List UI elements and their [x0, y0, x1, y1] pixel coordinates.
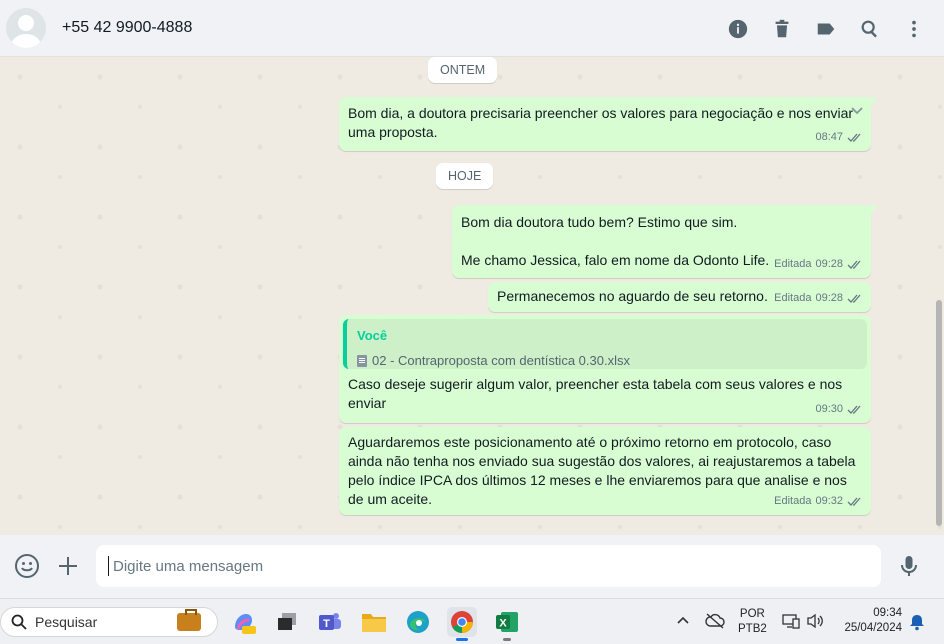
chat-header: +55 42 9900-4888	[0, 0, 944, 57]
edited-label: Editada	[774, 258, 812, 270]
contact-name[interactable]: +55 42 9900-4888	[62, 19, 192, 37]
message-meta: 08:47	[815, 128, 863, 147]
chevron-down-icon[interactable]	[849, 103, 865, 119]
device-icon[interactable]	[782, 612, 800, 630]
microphone-icon[interactable]	[895, 552, 923, 580]
language-indicator[interactable]: POR PTB2	[738, 607, 767, 637]
chat-scrollbar[interactable]	[936, 300, 942, 526]
day-label-today: HOJE	[436, 163, 494, 189]
message-time: 09:28	[815, 292, 843, 304]
search-icon[interactable]	[858, 17, 882, 41]
emoji-icon[interactable]	[13, 552, 41, 580]
message-bubble[interactable]: Bom dia, a doutora precisaria preencher …	[339, 97, 878, 151]
language-line1: POR	[739, 608, 765, 620]
message-bubble[interactable]: Aguardaremos este posicionamento até o p…	[339, 427, 871, 515]
plus-icon[interactable]	[54, 552, 82, 580]
chevron-up-icon[interactable]	[676, 614, 690, 628]
windows-taskbar: Pesquisar T X POR PTB2 09:34 25/04/2024	[0, 598, 944, 644]
text-caret	[108, 556, 109, 576]
svg-text:X: X	[499, 618, 507, 630]
bubble-tail	[870, 97, 878, 107]
double-check-icon	[847, 405, 861, 414]
excel-icon[interactable]: X	[492, 607, 522, 641]
file-explorer-icon[interactable]	[359, 607, 389, 637]
message-bubble[interactable]: Bom dia doutora tudo bem? Estimo que sim…	[452, 205, 878, 278]
menu-icon[interactable]	[902, 17, 926, 41]
edited-label: Editada	[774, 292, 812, 304]
double-check-icon	[847, 133, 861, 142]
message-text: Bom dia, a doutora precisaria preencher …	[348, 105, 857, 140]
label-icon[interactable]	[814, 17, 838, 41]
quote-file: 02 - Contraproposta com dentística 0.30.…	[357, 351, 857, 370]
message-meta: Editada 09:28	[774, 289, 863, 308]
double-check-icon	[847, 260, 861, 269]
edge-icon[interactable]	[403, 607, 433, 637]
message-bubble[interactable]: Você 02 - Contraproposta com dentística …	[339, 315, 871, 423]
header-actions	[706, 0, 926, 57]
message-input[interactable]	[113, 557, 813, 575]
svg-text:T: T	[323, 618, 330, 630]
search-icon	[11, 614, 27, 630]
message-composer	[0, 535, 944, 598]
task-view-icon[interactable]	[272, 607, 302, 637]
copilot-icon[interactable]	[228, 607, 258, 637]
quote-author: Você	[357, 328, 388, 343]
quote-file-name: 02 - Contraproposta com dentística 0.30.…	[372, 353, 630, 368]
trash-icon[interactable]	[770, 17, 794, 41]
system-clock[interactable]: 09:34 25/04/2024	[838, 606, 902, 636]
message-time: 09:30	[815, 403, 843, 415]
contact-avatar[interactable]	[6, 8, 46, 48]
chrome-icon[interactable]	[447, 607, 477, 641]
language-line2: PTB2	[738, 623, 767, 635]
message-text: Caso deseje sugerir algum valor, preench…	[348, 376, 847, 411]
day-label-yesterday: ONTEM	[428, 57, 498, 83]
bubble-tail	[870, 205, 878, 215]
clock-date: 25/04/2024	[844, 622, 902, 634]
message-bubble[interactable]: Permanecemos no aguardo de seu retorno. …	[488, 282, 871, 312]
edited-label: Editada	[774, 495, 812, 507]
briefcase-icon	[177, 609, 201, 631]
message-meta: Editada 09:28	[774, 255, 863, 274]
info-icon[interactable]	[726, 17, 750, 41]
active-indicator	[456, 638, 468, 641]
teams-icon[interactable]: T	[315, 607, 345, 637]
notification-bell-icon[interactable]	[908, 613, 926, 631]
message-input-box[interactable]	[96, 545, 881, 587]
clock-time: 09:34	[873, 607, 902, 619]
message-meta: Editada 09:32	[774, 492, 863, 511]
quoted-message[interactable]: Você 02 - Contraproposta com dentística …	[343, 319, 867, 369]
message-meta: 09:30	[815, 400, 863, 419]
volume-icon[interactable]	[806, 612, 824, 630]
message-time: 09:32	[815, 495, 843, 507]
taskbar-search[interactable]: Pesquisar	[0, 607, 218, 637]
running-indicator	[503, 638, 511, 641]
message-time: 09:28	[815, 258, 843, 270]
chat-area[interactable]: ONTEM Bom dia, a doutora precisaria pree…	[0, 57, 944, 535]
message-time: 08:47	[815, 131, 843, 143]
double-check-icon	[847, 294, 861, 303]
double-check-icon	[847, 497, 861, 506]
cloud-offline-icon[interactable]	[705, 612, 725, 630]
taskbar-search-label: Pesquisar	[35, 614, 98, 630]
document-icon	[357, 354, 367, 367]
